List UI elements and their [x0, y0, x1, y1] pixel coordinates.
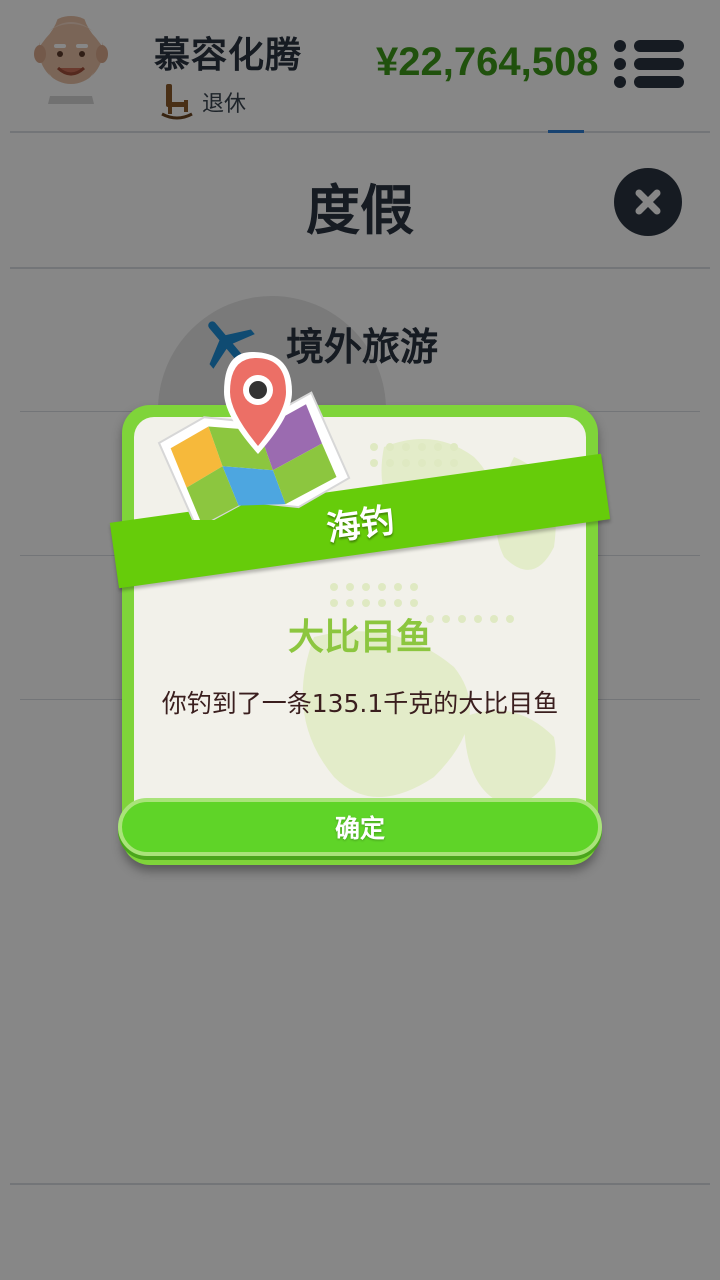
- catch-message: 你钓到了一条135.1千克的大比目鱼: [161, 689, 559, 718]
- catch-name: 大比目鱼: [287, 617, 432, 658]
- confirm-button-label: 确定: [334, 814, 385, 843]
- map-pin-icon: [157, 352, 351, 520]
- confirm-button[interactable]: 确定: [118, 798, 602, 856]
